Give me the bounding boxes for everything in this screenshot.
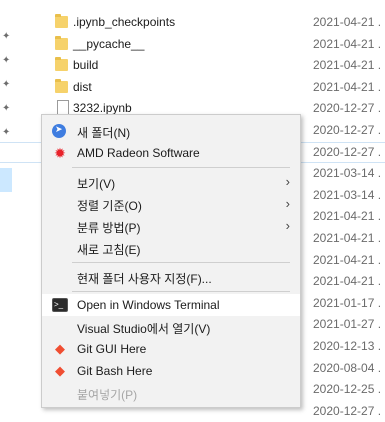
file-date: 2020-12-27 . <box>313 122 382 137</box>
menu-item-group-by[interactable]: 분류 방법(P) › <box>42 215 300 237</box>
menu-item-label: 붙여넣기(P) <box>77 388 138 402</box>
folder-icon <box>55 35 68 50</box>
file-row[interactable]: dist 2021-04-21 . <box>0 77 385 99</box>
file-date: 2021-04-21 . <box>313 58 382 73</box>
menu-item-open-visual-studio[interactable]: Visual Studio에서 열기(V) <box>42 316 300 338</box>
menu-item-git-bash[interactable]: ◆ Git Bash Here <box>42 360 300 382</box>
menu-item-refresh[interactable]: 새로 고침(E) <box>42 237 300 259</box>
menu-separator <box>72 167 290 168</box>
file-date: 2021-04-21 . <box>313 252 382 267</box>
menu-item-customize-folder[interactable]: 현재 폴더 사용자 지정(F)... <box>42 266 300 288</box>
file-date: 2021-04-21 . <box>313 230 382 245</box>
menu-item-label: 보기(V) <box>77 177 116 191</box>
file-date: 2020-12-27 . <box>313 144 382 159</box>
file-row[interactable]: __pycache__ 2021-04-21 . <box>0 34 385 56</box>
menu-item-label: Git Bash Here <box>77 364 153 378</box>
file-name: build <box>73 58 99 73</box>
folder-icon <box>55 57 68 72</box>
file-date: 2020-08-04 . <box>313 360 382 375</box>
git-gui-icon: ◆ <box>55 341 65 356</box>
file-name: .ipynb_checkpoints <box>73 15 176 29</box>
menu-item-paste[interactable]: 붙여넣기(P) <box>42 382 300 404</box>
menu-separator <box>72 262 290 263</box>
terminal-icon: >_ <box>52 298 68 312</box>
menu-separator <box>72 291 290 292</box>
menu-item-label: Open in Windows Terminal <box>77 298 220 312</box>
menu-item-label: 정렬 기준(O) <box>77 199 142 213</box>
file-date: 2020-12-27 . <box>313 403 382 418</box>
menu-item-label: 현재 폴더 사용자 지정(F)... <box>77 272 212 286</box>
file-row[interactable]: build 2021-04-21 . <box>0 55 385 77</box>
context-menu: 새 폴더(N) ✹ AMD Radeon Software 보기(V) › 정렬… <box>41 114 301 408</box>
menu-item-label: AMD Radeon Software <box>77 146 200 160</box>
menu-item-new-folder[interactable]: 새 폴더(N) <box>42 120 300 142</box>
menu-item-sort-by[interactable]: 정렬 기준(O) › <box>42 193 300 215</box>
file-name: dist <box>73 79 92 94</box>
menu-item-label: Git GUI Here <box>77 342 147 356</box>
file-date: 2021-01-27 . <box>313 317 382 332</box>
folder-icon <box>55 78 68 93</box>
file-name: __pycache__ <box>73 36 145 51</box>
file-date: 2020-12-13 . <box>313 338 382 353</box>
file-date: 2021-04-21 . <box>313 274 382 289</box>
menu-item-open-terminal[interactable]: >_ Open in Windows Terminal <box>42 294 300 316</box>
menu-item-label: Visual Studio에서 열기(V) <box>77 322 211 336</box>
file-date: 2021-03-14 . <box>313 187 382 202</box>
file-date: 2020-12-27 . <box>313 101 382 116</box>
file-date: 2021-04-21 . <box>313 36 382 51</box>
folder-icon <box>55 14 68 28</box>
chevron-right-icon: › <box>285 218 290 233</box>
menu-item-label: 새 폴더(N) <box>77 126 131 140</box>
file-date: 2021-04-21 . <box>313 15 382 29</box>
amd-icon: ✹ <box>54 145 66 161</box>
file-date: 2021-04-21 . <box>313 209 382 224</box>
file-date: 2021-03-14 . <box>313 166 382 181</box>
menu-item-amd-radeon[interactable]: ✹ AMD Radeon Software <box>42 142 300 164</box>
menu-item-label: 새로 고침(E) <box>77 243 141 257</box>
file-date: 2020-12-25 . <box>313 382 382 397</box>
chevron-right-icon: › <box>285 174 290 189</box>
chevron-right-icon: › <box>285 196 290 211</box>
file-row[interactable]: .ipynb_checkpoints 2021-04-21 . <box>0 12 385 34</box>
file-date: 2021-01-17 . <box>313 295 382 310</box>
menu-item-label: 분류 방법(P) <box>77 221 141 235</box>
globe-arrow-icon <box>52 124 66 138</box>
menu-item-git-gui[interactable]: ◆ Git GUI Here <box>42 338 300 360</box>
menu-item-view[interactable]: 보기(V) › <box>42 171 300 193</box>
file-date: 2021-04-21 . <box>313 79 382 94</box>
git-bash-icon: ◆ <box>55 363 65 378</box>
